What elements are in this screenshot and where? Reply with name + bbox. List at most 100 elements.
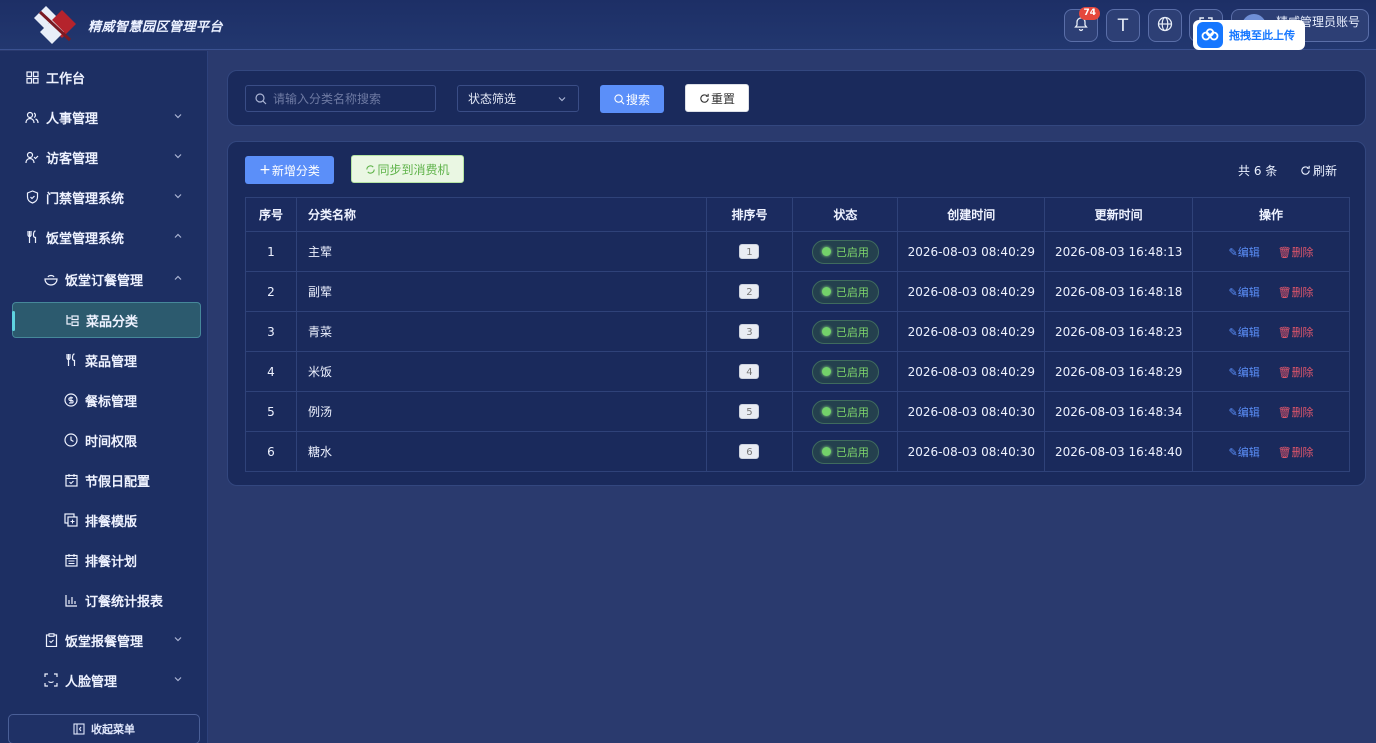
reset-button[interactable]: 重置 <box>685 84 749 112</box>
sidebar-item-workbench[interactable]: 工作台 <box>0 57 208 97</box>
sidebar-item-canteen-order[interactable]: 饭堂订餐管理 <box>0 259 208 299</box>
edit-button[interactable]: ✎编辑 <box>1229 246 1260 259</box>
edit-label: 编辑 <box>1237 285 1260 299</box>
cell-index: 6 <box>245 431 297 472</box>
language-button[interactable] <box>1148 9 1182 42</box>
chevron-up-icon <box>172 272 184 284</box>
status-badge[interactable]: 已启用 <box>811 359 879 384</box>
edit-label: 编辑 <box>1237 245 1260 259</box>
cell-sort: 6 <box>705 431 794 472</box>
total-count: 共 6 条 <box>1238 164 1278 178</box>
sort-badge: 2 <box>739 284 760 299</box>
edit-button[interactable]: ✎编辑 <box>1229 406 1260 419</box>
edit-icon: ✎ <box>1228 245 1238 259</box>
edit-label: 编辑 <box>1237 445 1260 459</box>
sidebar-item-time-permission[interactable]: 时间权限 <box>0 420 208 460</box>
search-button-label: 搜索 <box>625 92 650 107</box>
status-badge[interactable]: 已启用 <box>811 319 879 344</box>
sidebar-item-label: 菜品分类 <box>86 314 139 330</box>
status-dot-icon <box>821 247 831 256</box>
cell-status: 已启用 <box>792 231 899 272</box>
cell-name: 糖水 <box>295 431 707 472</box>
sidebar-item-holiday-config[interactable]: 节假日配置 <box>0 460 208 500</box>
sidebar-item-label: 工作台 <box>46 71 86 87</box>
collapse-menu-button[interactable]: 收起菜单 <box>8 714 200 743</box>
trash-icon: 🗑 <box>1277 285 1292 299</box>
cell-index: 5 <box>245 391 297 432</box>
delete-button[interactable]: 🗑删除 <box>1278 446 1314 459</box>
search-button[interactable]: 搜索 <box>600 85 664 113</box>
search-input[interactable] <box>273 91 423 106</box>
sync-button[interactable]: 同步到消费机 <box>351 155 464 183</box>
status-label: 已启用 <box>835 285 869 299</box>
table-row: 6 糖水 6 已启用 2026-08-03 08:40:30 2026-08-0… <box>245 431 1350 472</box>
clock-icon <box>64 433 78 447</box>
calendar-icon <box>64 553 78 567</box>
sidebar-item-canteen-report[interactable]: 饭堂报餐管理 <box>0 620 208 660</box>
sidebar-item-meal-standard[interactable]: 餐标管理 <box>0 380 208 420</box>
cell-sort: 4 <box>705 351 794 392</box>
search-field[interactable] <box>245 85 436 112</box>
sidebar-item-hr[interactable]: 人事管理 <box>0 97 208 137</box>
calendar-check-icon <box>64 473 78 487</box>
status-dot-icon <box>821 287 831 296</box>
sidebar-item-meal-template[interactable]: 排餐模版 <box>0 500 208 540</box>
table-row: 5 例汤 5 已启用 2026-08-03 08:40:30 2026-08-0… <box>245 391 1350 432</box>
top-header: 精威智慧园区管理平台 74 T 精威管理员账号 拖拽至此上传 <box>0 0 1376 50</box>
delete-button[interactable]: 🗑删除 <box>1278 406 1314 419</box>
upload-widget[interactable]: 拖拽至此上传 <box>1193 20 1305 50</box>
status-select[interactable]: 状态筛选 <box>457 85 579 112</box>
refresh-button[interactable]: 刷新 <box>1300 162 1337 179</box>
cell-created: 2026-08-03 08:40:29 <box>897 231 1046 272</box>
status-badge[interactable]: 已启用 <box>811 439 879 464</box>
sidebar-item-label: 餐标管理 <box>85 394 138 410</box>
sidebar-item-dish-manage[interactable]: 菜品管理 <box>0 340 208 380</box>
chevron-down-icon <box>172 110 184 122</box>
upload-label: 拖拽至此上传 <box>1229 29 1295 42</box>
edit-icon: ✎ <box>1228 405 1238 419</box>
edit-label: 编辑 <box>1237 405 1260 419</box>
cell-status: 已启用 <box>792 351 899 392</box>
sidebar-item-canteen[interactable]: 饭堂管理系统 <box>0 217 208 257</box>
delete-button[interactable]: 🗑删除 <box>1278 246 1314 259</box>
cell-index: 2 <box>245 271 297 312</box>
cell-index: 4 <box>245 351 297 392</box>
cell-actions: ✎编辑 🗑删除 <box>1192 351 1350 392</box>
edit-button[interactable]: ✎编辑 <box>1229 446 1260 459</box>
column-header-actions: 操作 <box>1192 197 1350 232</box>
table-header-row: 序号 分类名称 排序号 状态 创建时间 更新时间 操作 <box>245 197 1350 232</box>
sidebar-item-visitor[interactable]: 访客管理 <box>0 137 208 177</box>
cell-actions: ✎编辑 🗑删除 <box>1192 391 1350 432</box>
sidebar-item-face[interactable]: 人脸管理 <box>0 660 208 700</box>
cell-updated: 2026-08-03 16:48:23 <box>1044 311 1194 352</box>
utensils-icon <box>25 230 39 244</box>
sidebar-item-access[interactable]: 门禁管理系统 <box>0 177 208 217</box>
delete-button[interactable]: 🗑删除 <box>1278 366 1314 379</box>
delete-button[interactable]: 🗑删除 <box>1278 286 1314 299</box>
sidebar-item-meal-plan[interactable]: 排餐计划 <box>0 540 208 580</box>
sort-badge: 4 <box>739 364 760 379</box>
edit-button[interactable]: ✎编辑 <box>1229 286 1260 299</box>
users-icon <box>25 110 39 124</box>
edit-button[interactable]: ✎编辑 <box>1229 326 1260 339</box>
sidebar-item-label: 门禁管理系统 <box>46 191 125 207</box>
status-badge[interactable]: 已启用 <box>811 279 879 304</box>
sidebar-item-dish-category[interactable]: 菜品分类 <box>12 302 201 338</box>
sidebar-item-order-report[interactable]: 订餐统计报表 <box>0 580 208 620</box>
cell-actions: ✎编辑 🗑删除 <box>1192 431 1350 472</box>
reset-button-label: 重置 <box>710 91 735 106</box>
trash-icon: 🗑 <box>1277 245 1292 259</box>
font-size-button[interactable]: T <box>1106 9 1140 42</box>
chevron-down-icon <box>172 673 184 685</box>
notification-badge: 74 <box>1079 7 1100 20</box>
status-badge[interactable]: 已启用 <box>811 399 879 424</box>
cell-updated: 2026-08-03 16:48:18 <box>1044 271 1194 312</box>
cell-name: 米饭 <box>295 351 707 392</box>
notification-button[interactable]: 74 <box>1064 7 1100 42</box>
face-scan-icon <box>44 673 58 687</box>
status-badge[interactable]: 已启用 <box>811 239 879 264</box>
delete-button[interactable]: 🗑删除 <box>1278 326 1314 339</box>
add-category-button[interactable]: + 新增分类 <box>245 156 334 184</box>
edit-button[interactable]: ✎编辑 <box>1229 366 1260 379</box>
globe-icon <box>1157 16 1173 36</box>
